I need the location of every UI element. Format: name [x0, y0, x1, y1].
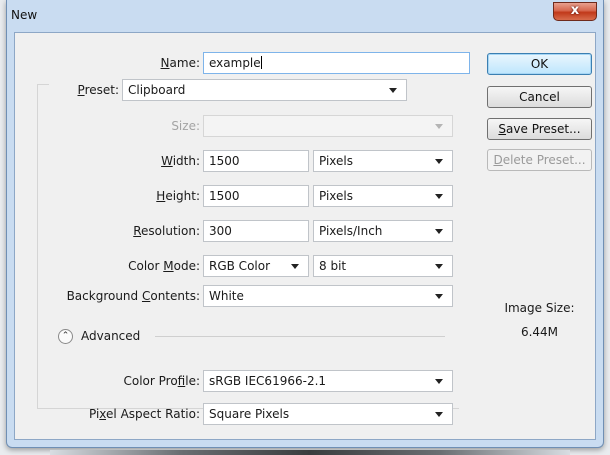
chevron-down-icon [435, 412, 443, 417]
color-profile-value: sRGB IEC61966-2.1 [209, 374, 327, 388]
color-mode-select[interactable]: RGB Color [203, 255, 309, 277]
background-contents-label: Background Contents: [66, 289, 200, 303]
text-cursor [260, 56, 262, 69]
chevron-down-icon [389, 88, 397, 93]
pixel-aspect-ratio-label: Pixel Aspect Ratio: [88, 407, 200, 421]
background-contents-value: White [209, 289, 244, 303]
preset-select[interactable]: Clipboard [122, 79, 407, 101]
chevron-down-icon [435, 229, 443, 234]
height-input[interactable]: 1500 [203, 185, 309, 207]
title-bar[interactable]: New x [7, 0, 603, 32]
window-title: New [11, 8, 38, 22]
pixel-aspect-ratio-value: Square Pixels [209, 407, 290, 421]
height-label: Height: [156, 189, 200, 203]
chevron-down-icon [435, 159, 443, 164]
ok-button[interactable]: OK [487, 53, 592, 75]
chevron-down-icon [435, 264, 443, 269]
image-size-label: Image Size: [504, 301, 575, 315]
preset-value: Clipboard [128, 83, 186, 97]
background-contents-select[interactable]: White [203, 285, 453, 307]
size-label: Size: [171, 119, 200, 133]
width-input[interactable]: 1500 [203, 150, 309, 172]
chevron-down-icon [291, 264, 299, 269]
size-select[interactable] [203, 115, 453, 137]
chevron-down-icon [435, 124, 443, 129]
taskbar-edge [50, 450, 570, 455]
height-unit-value: Pixels [319, 189, 354, 203]
cancel-button[interactable]: Cancel [487, 86, 592, 108]
resolution-label: Resolution: [133, 224, 200, 238]
width-label: Width: [161, 154, 200, 168]
dialog-body: Name: example Preset: Clipboard Size: Wi… [14, 32, 596, 440]
color-mode-label: Color Mode: [128, 259, 200, 273]
resolution-unit-select[interactable]: Pixels/Inch [313, 220, 453, 242]
chevron-down-icon [435, 194, 443, 199]
close-button[interactable]: x [553, 2, 597, 21]
resolution-unit-value: Pixels/Inch [319, 224, 383, 238]
color-profile-label: Color Profile: [123, 374, 200, 388]
width-unit-select[interactable]: Pixels [313, 150, 453, 172]
height-unit-select[interactable]: Pixels [313, 185, 453, 207]
color-mode-value: RGB Color [209, 259, 271, 273]
new-document-dialog: New x Name: example Preset: Clipboard Si… [6, 0, 604, 448]
resolution-input[interactable]: 300 [203, 220, 309, 242]
name-label: Name: [160, 56, 200, 70]
advanced-label[interactable]: Advanced [81, 329, 140, 343]
save-preset-button[interactable]: Save Preset... [487, 118, 592, 140]
delete-preset-button: Delete Preset... [487, 149, 592, 171]
close-icon: x [570, 3, 580, 18]
name-input[interactable]: example [203, 52, 470, 74]
bit-depth-value: 8 bit [319, 259, 347, 273]
pixel-aspect-ratio-select[interactable]: Square Pixels [203, 403, 453, 425]
chevron-down-icon [435, 379, 443, 384]
bit-depth-select[interactable]: 8 bit [313, 255, 453, 277]
image-size-value: 6.44M [520, 325, 559, 339]
advanced-divider [155, 336, 445, 337]
collapse-advanced-icon[interactable]: ⌃ [58, 329, 73, 344]
color-profile-select[interactable]: sRGB IEC61966-2.1 [203, 370, 453, 392]
preset-label: Preset: [53, 83, 121, 97]
width-unit-value: Pixels [319, 154, 354, 168]
chevron-down-icon [435, 294, 443, 299]
name-value: example [209, 56, 261, 70]
